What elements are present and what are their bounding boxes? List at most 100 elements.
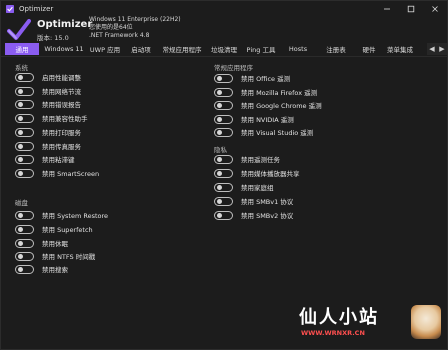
- option-row[interactable]: 禁用搜索: [15, 264, 68, 274]
- section-title-disk: 磁盘: [15, 199, 28, 207]
- toggle-switch[interactable]: [214, 196, 233, 206]
- option-row[interactable]: 禁用家庭组: [214, 182, 274, 192]
- tab-bar: 通用 Windows 11 UWP 应用 启动项 常规应用程序 垃圾清理 Pin…: [1, 42, 447, 57]
- app-name: Optimizer: [37, 19, 93, 30]
- toggle-switch[interactable]: [15, 168, 34, 178]
- close-button[interactable]: [423, 1, 447, 16]
- toggle-switch[interactable]: [15, 251, 34, 261]
- option-label: 启用性能调整: [42, 74, 81, 82]
- maximize-button[interactable]: [399, 1, 423, 16]
- option-row[interactable]: 禁用遥测任务: [214, 154, 280, 164]
- option-label: 禁用粘滞键: [42, 156, 75, 164]
- option-row[interactable]: 禁用错误报告: [15, 99, 81, 109]
- maximize-icon: [407, 5, 415, 12]
- toggle-switch[interactable]: [15, 86, 34, 96]
- watermark-avatar-icon: [411, 305, 441, 339]
- tab-startup[interactable]: 启动项: [126, 43, 156, 55]
- watermark-url: WWW.WRNXR.CN: [301, 329, 365, 337]
- toggle-switch[interactable]: [15, 113, 34, 123]
- option-label: 禁用网络节流: [42, 88, 81, 96]
- window-controls: [375, 1, 447, 16]
- toggle-switch[interactable]: [15, 154, 34, 164]
- toggle-switch[interactable]: [214, 168, 233, 178]
- option-label: 禁用遥测任务: [241, 156, 280, 164]
- option-row[interactable]: 禁用 SMBv2 协议: [214, 210, 293, 220]
- option-label: 禁用 Office 遥测: [241, 75, 291, 83]
- option-row[interactable]: 启用性能调整: [15, 72, 81, 82]
- option-label: 禁用 SMBv1 协议: [241, 198, 294, 206]
- tab-uwp-apps[interactable]: UWP 应用: [87, 43, 123, 55]
- option-label: 禁用 NVIDIA 遥测: [241, 116, 294, 124]
- toggle-switch[interactable]: [214, 114, 233, 124]
- sysinfo-arch: 您使用的是64位: [89, 24, 133, 31]
- toggle-switch[interactable]: [15, 72, 34, 82]
- toggle-switch[interactable]: [214, 100, 233, 110]
- option-row[interactable]: 禁用网络节流: [15, 86, 81, 96]
- app-version: 版本: 15.0: [37, 34, 69, 42]
- toggle-switch[interactable]: [214, 127, 233, 137]
- sysinfo-framework: .NET Framework 4.8: [89, 32, 150, 39]
- toggle-switch[interactable]: [15, 210, 34, 220]
- title-bar: Optimizer: [1, 1, 447, 16]
- toggle-switch[interactable]: [214, 210, 233, 220]
- tab-hardware[interactable]: 硬件: [357, 43, 381, 55]
- toggle-switch[interactable]: [15, 99, 34, 109]
- option-row[interactable]: 禁用 SMBv1 协议: [214, 196, 293, 206]
- option-label: 禁用 NTFS 时间戳: [42, 253, 96, 261]
- option-row[interactable]: 禁用 SmartScreen: [15, 168, 99, 178]
- option-row[interactable]: 禁用 Office 遥测: [214, 73, 290, 83]
- section-title-common-apps: 常规应用程序: [214, 64, 253, 72]
- tab-cleanup[interactable]: 垃圾清理: [208, 43, 240, 55]
- option-label: 禁用 SMBv2 协议: [241, 212, 294, 220]
- option-label: 禁用 Visual Studio 遥测: [241, 129, 314, 137]
- option-row[interactable]: 禁用 Visual Studio 遥测: [214, 127, 313, 137]
- option-row[interactable]: 禁用兼容性助手: [15, 113, 88, 123]
- section-title-system: 系统: [15, 64, 28, 72]
- option-row[interactable]: 禁用 NVIDIA 遥测: [214, 114, 294, 124]
- toggle-switch[interactable]: [15, 264, 34, 274]
- tab-hosts[interactable]: Hosts: [283, 43, 313, 55]
- tab-common-apps[interactable]: 常规应用程序: [159, 43, 205, 55]
- tab-scroll-left-icon[interactable]: ◀: [427, 43, 437, 55]
- option-row[interactable]: 禁用 NTFS 时间戳: [15, 251, 95, 261]
- app-window: Optimizer Optimizer 版本: 15.0 Windows 11 …: [0, 0, 448, 350]
- toggle-switch[interactable]: [15, 238, 34, 248]
- option-row[interactable]: 禁用 Google Chrome 遥测: [214, 100, 322, 110]
- option-row[interactable]: 禁用 Superfetch: [15, 224, 93, 234]
- option-label: 禁用 Mozilla Firefox 遥测: [241, 89, 318, 97]
- option-row[interactable]: 禁用 Mozilla Firefox 遥测: [214, 87, 317, 97]
- option-label: 禁用错误报告: [42, 101, 81, 109]
- toggle-switch[interactable]: [15, 127, 34, 137]
- option-label: 禁用 Superfetch: [42, 226, 93, 234]
- app-icon: [6, 4, 14, 13]
- minimize-icon: [384, 8, 390, 9]
- tab-windows-11[interactable]: Windows 11: [43, 43, 85, 55]
- tab-scroll-right-icon[interactable]: ▶: [437, 43, 447, 55]
- option-label: 禁用 SmartScreen: [42, 170, 100, 178]
- tab-menu-integration[interactable]: 菜单集成: [387, 43, 429, 55]
- tab-ping-tool[interactable]: Ping 工具: [244, 43, 278, 55]
- option-row[interactable]: 禁用打印服务: [15, 127, 81, 137]
- option-label: 禁用兼容性助手: [42, 115, 88, 123]
- option-row[interactable]: 禁用媒体播放器共享: [214, 168, 300, 178]
- option-label: 禁用休眠: [42, 240, 68, 248]
- tab-general[interactable]: 通用: [5, 43, 39, 55]
- toggle-switch[interactable]: [214, 154, 233, 164]
- section-title-privacy: 隐私: [214, 146, 227, 154]
- toggle-switch[interactable]: [214, 87, 233, 97]
- toggle-switch[interactable]: [15, 224, 34, 234]
- toggle-switch[interactable]: [214, 73, 233, 83]
- option-row[interactable]: 禁用 System Restore: [15, 210, 108, 220]
- tab-registry[interactable]: 注册表: [321, 43, 351, 55]
- option-row[interactable]: 禁用粘滞键: [15, 154, 75, 164]
- option-row[interactable]: 禁用传真服务: [15, 141, 81, 151]
- option-label: 禁用 System Restore: [42, 212, 109, 220]
- toggle-switch[interactable]: [214, 182, 233, 192]
- toggle-switch[interactable]: [15, 141, 34, 151]
- option-label: 禁用传真服务: [42, 143, 81, 151]
- watermark: 仙人小站 WWW.WRNXR.CN: [299, 303, 441, 345]
- close-icon: [432, 5, 438, 12]
- option-row[interactable]: 禁用休眠: [15, 238, 68, 248]
- option-label: 禁用 Google Chrome 遥测: [241, 102, 322, 110]
- minimize-button[interactable]: [375, 1, 399, 16]
